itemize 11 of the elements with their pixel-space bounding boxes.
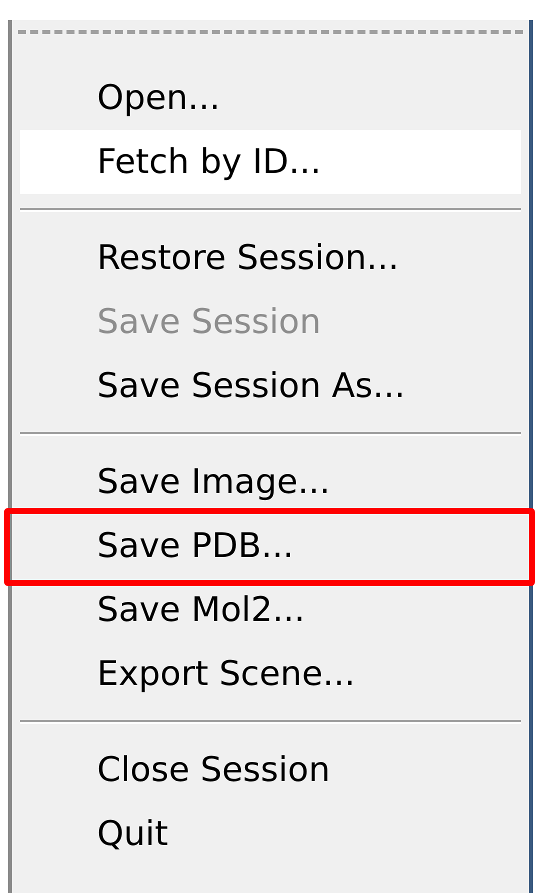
tear-off-line[interactable] xyxy=(18,30,523,34)
menu-item[interactable]: Save Mol2... xyxy=(20,578,521,642)
menu-item[interactable]: Save Session As... xyxy=(20,354,521,418)
menu-item[interactable]: Save Image... xyxy=(20,450,521,514)
menu-item[interactable]: Restore Session... xyxy=(20,226,521,290)
menu-item[interactable]: Fetch by ID... xyxy=(20,130,521,194)
menu-item[interactable]: Close Session xyxy=(20,738,521,802)
menu-item[interactable]: Open... xyxy=(20,66,521,130)
menu-item[interactable]: Save PDB... xyxy=(20,514,521,578)
menu-item[interactable]: Quit xyxy=(20,802,521,866)
menu-item[interactable]: Export Scene... xyxy=(20,642,521,706)
